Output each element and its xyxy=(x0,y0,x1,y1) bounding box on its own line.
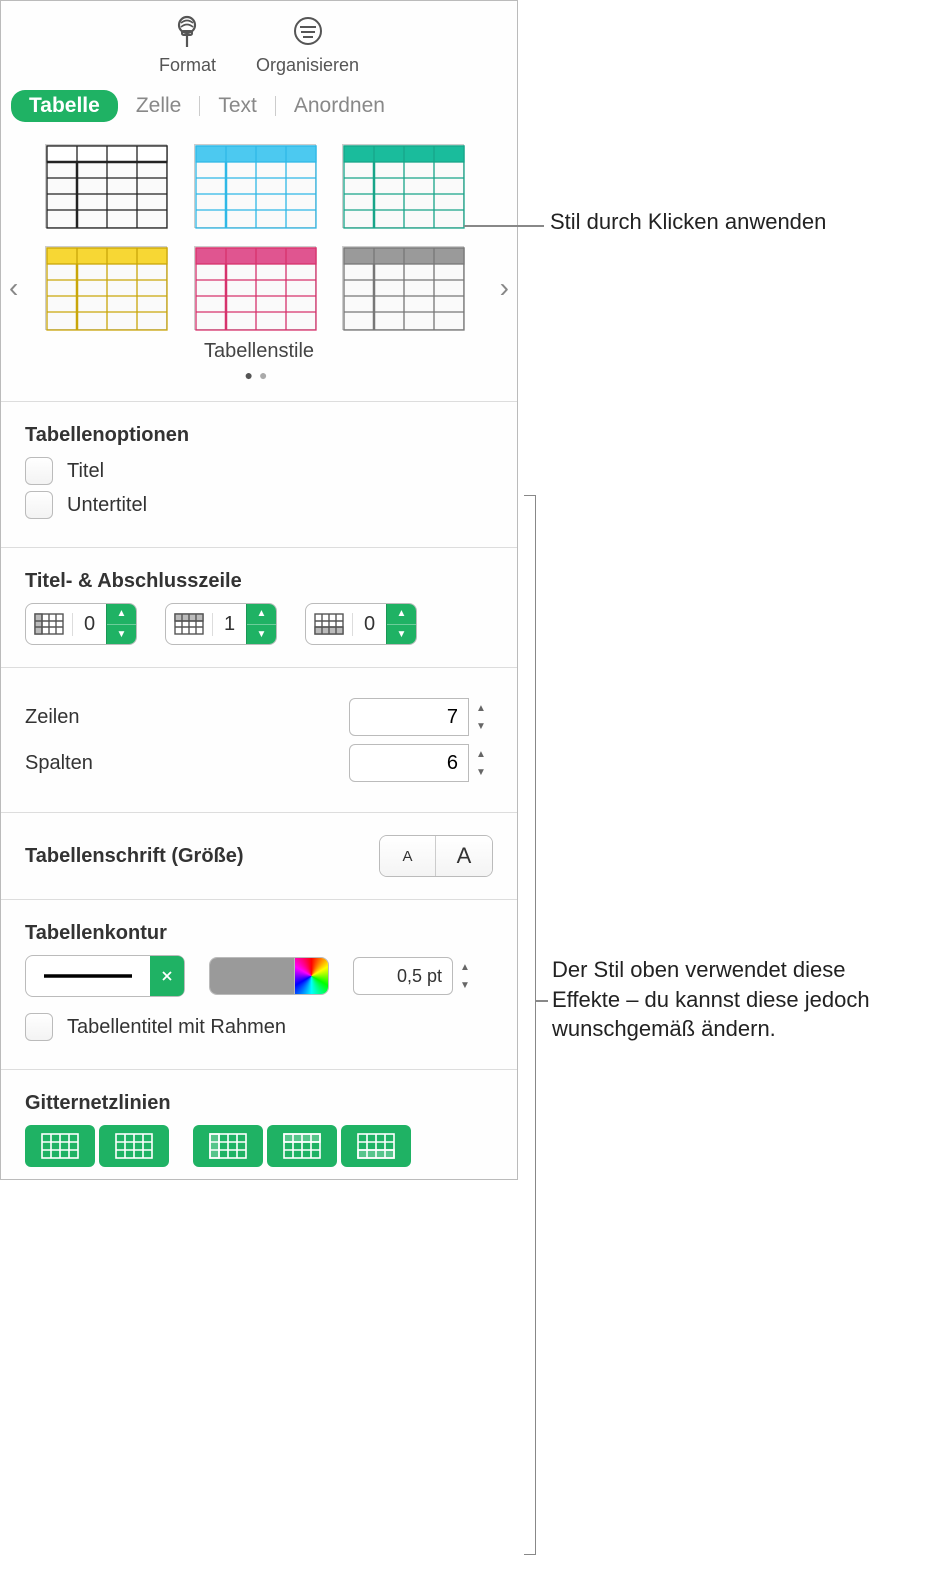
format-button[interactable]: Format xyxy=(159,13,216,76)
decrease-font-button[interactable]: A xyxy=(380,836,436,876)
organize-label: Organisieren xyxy=(256,55,359,76)
gridlines-header-row-button[interactable] xyxy=(267,1125,337,1167)
footer-rows-value: 0 xyxy=(352,613,386,636)
title-checkbox-row[interactable]: Titel xyxy=(25,457,493,485)
outline-heading: Tabellenkontur xyxy=(25,922,493,945)
table-styles-area: ‹ › xyxy=(1,132,517,391)
outline-color-well[interactable] xyxy=(209,957,329,995)
table-style-2[interactable] xyxy=(194,144,316,228)
divider xyxy=(1,1069,517,1070)
rows-input-group: ▲▼ xyxy=(349,698,493,736)
header-rows-stepper[interactable]: 1 ▲▼ xyxy=(165,603,277,645)
gridlines-body-horizontal-button[interactable] xyxy=(25,1125,95,1167)
table-style-5[interactable] xyxy=(194,246,316,330)
header-columns-icon xyxy=(26,613,72,635)
outline-line-style[interactable] xyxy=(25,955,185,997)
gridlines-group-header xyxy=(193,1125,411,1167)
cols-stepper[interactable]: ▲▼ xyxy=(469,745,493,781)
rows-input[interactable] xyxy=(349,698,469,736)
header-columns-value: 0 xyxy=(72,613,106,636)
table-style-4[interactable] xyxy=(45,246,167,330)
callout-line xyxy=(536,1000,548,1002)
divider xyxy=(1,812,517,813)
caption-label: Untertitel xyxy=(67,494,147,517)
gridlines-header-col-button[interactable] xyxy=(193,1125,263,1167)
divider xyxy=(1,547,517,548)
outline-width-group: 0,5 pt ▲▼ xyxy=(353,957,477,995)
header-columns-stepper[interactable]: 0 ▲▼ xyxy=(25,603,137,645)
table-style-3[interactable] xyxy=(342,144,464,228)
gridlines-heading: Gitternetzlinien xyxy=(25,1092,493,1115)
organize-button[interactable]: Organisieren xyxy=(256,13,359,76)
callouts: Stil durch Klicken anwenden Der Stil obe… xyxy=(518,0,928,1180)
stepper-arrows[interactable]: ▲▼ xyxy=(386,604,416,644)
header-rows-value: 1 xyxy=(212,613,246,636)
title-label: Titel xyxy=(67,460,104,483)
divider xyxy=(1,401,517,402)
gridlines-footer-row-button[interactable] xyxy=(341,1125,411,1167)
stepper-arrows[interactable]: ▲▼ xyxy=(106,604,136,644)
style-page-dots[interactable]: ●● xyxy=(25,367,493,383)
table-style-1[interactable] xyxy=(45,144,167,228)
cols-label: Spalten xyxy=(25,752,93,775)
divider xyxy=(1,899,517,900)
table-style-6[interactable] xyxy=(342,246,464,330)
rows-stepper[interactable]: ▲▼ xyxy=(469,699,493,735)
inspector-panel: Format Organisieren Tabelle Zelle Text xyxy=(0,0,518,1180)
rows-cols-section: Zeilen ▲▼ Spalten ▲▼ xyxy=(1,678,517,802)
outline-title-label: Tabellentitel mit Rahmen xyxy=(67,1016,286,1039)
top-toolbar: Format Organisieren xyxy=(1,1,517,84)
table-styles-label: Tabellenstile xyxy=(25,340,493,363)
headers-footer-section: Titel- & Abschlusszeile 0 ▲▼ xyxy=(1,558,517,657)
gridlines-group-body xyxy=(25,1125,169,1167)
tab-table[interactable]: Tabelle xyxy=(11,90,118,122)
table-font-size-section: Tabellenschrift (Größe) A A xyxy=(1,823,517,889)
color-wheel-icon[interactable] xyxy=(294,958,328,994)
gridlines-body-vertical-button[interactable] xyxy=(99,1125,169,1167)
outline-width-value[interactable]: 0,5 pt xyxy=(353,957,453,995)
prev-styles-arrow[interactable]: ‹ xyxy=(9,272,18,304)
inspector-tabs: Tabelle Zelle Text Anordnen xyxy=(1,84,517,132)
callout-line xyxy=(464,225,544,227)
callout-effects: Der Stil oben verwendet diese Effekte – … xyxy=(552,955,902,1044)
format-icon xyxy=(167,13,207,53)
headers-heading: Titel- & Abschlusszeile xyxy=(25,570,493,593)
outline-title-checkbox[interactable] xyxy=(25,1013,53,1041)
stepper-arrows[interactable]: ▲▼ xyxy=(246,604,276,644)
tab-cell[interactable]: Zelle xyxy=(118,90,200,122)
callout-apply-style: Stil durch Klicken anwenden xyxy=(550,207,826,237)
table-outline-section: Tabellenkontur 0,5 pt ▲▼ Tabellentitel m… xyxy=(1,910,517,1059)
caption-checkbox[interactable] xyxy=(25,491,53,519)
table-options-section: Tabellenoptionen Titel Untertitel xyxy=(1,412,517,537)
tab-arrange[interactable]: Anordnen xyxy=(276,90,403,122)
cols-input-group: ▲▼ xyxy=(349,744,493,782)
table-styles-grid xyxy=(25,144,493,330)
title-checkbox[interactable] xyxy=(25,457,53,485)
tab-text[interactable]: Text xyxy=(200,90,275,122)
caption-checkbox-row[interactable]: Untertitel xyxy=(25,491,493,519)
format-label: Format xyxy=(159,55,216,76)
organize-icon xyxy=(288,13,328,53)
callout-bracket xyxy=(524,495,536,1555)
font-size-buttons: A A xyxy=(379,835,493,877)
table-options-heading: Tabellenoptionen xyxy=(25,424,493,447)
next-styles-arrow[interactable]: › xyxy=(500,272,509,304)
font-size-label: Tabellenschrift (Größe) xyxy=(25,845,244,868)
outline-color-swatch[interactable] xyxy=(210,958,294,994)
chevron-down-icon[interactable] xyxy=(150,956,184,996)
increase-font-button[interactable]: A xyxy=(436,836,492,876)
divider xyxy=(1,667,517,668)
outline-width-stepper[interactable]: ▲▼ xyxy=(453,958,477,994)
footer-rows-stepper[interactable]: 0 ▲▼ xyxy=(305,603,417,645)
cols-input[interactable] xyxy=(349,744,469,782)
gridlines-section: Gitternetzlinien xyxy=(1,1080,517,1179)
outline-title-checkbox-row[interactable]: Tabellentitel mit Rahmen xyxy=(25,1013,493,1041)
header-rows-icon xyxy=(166,613,212,635)
footer-rows-icon xyxy=(306,613,352,635)
rows-label: Zeilen xyxy=(25,706,79,729)
